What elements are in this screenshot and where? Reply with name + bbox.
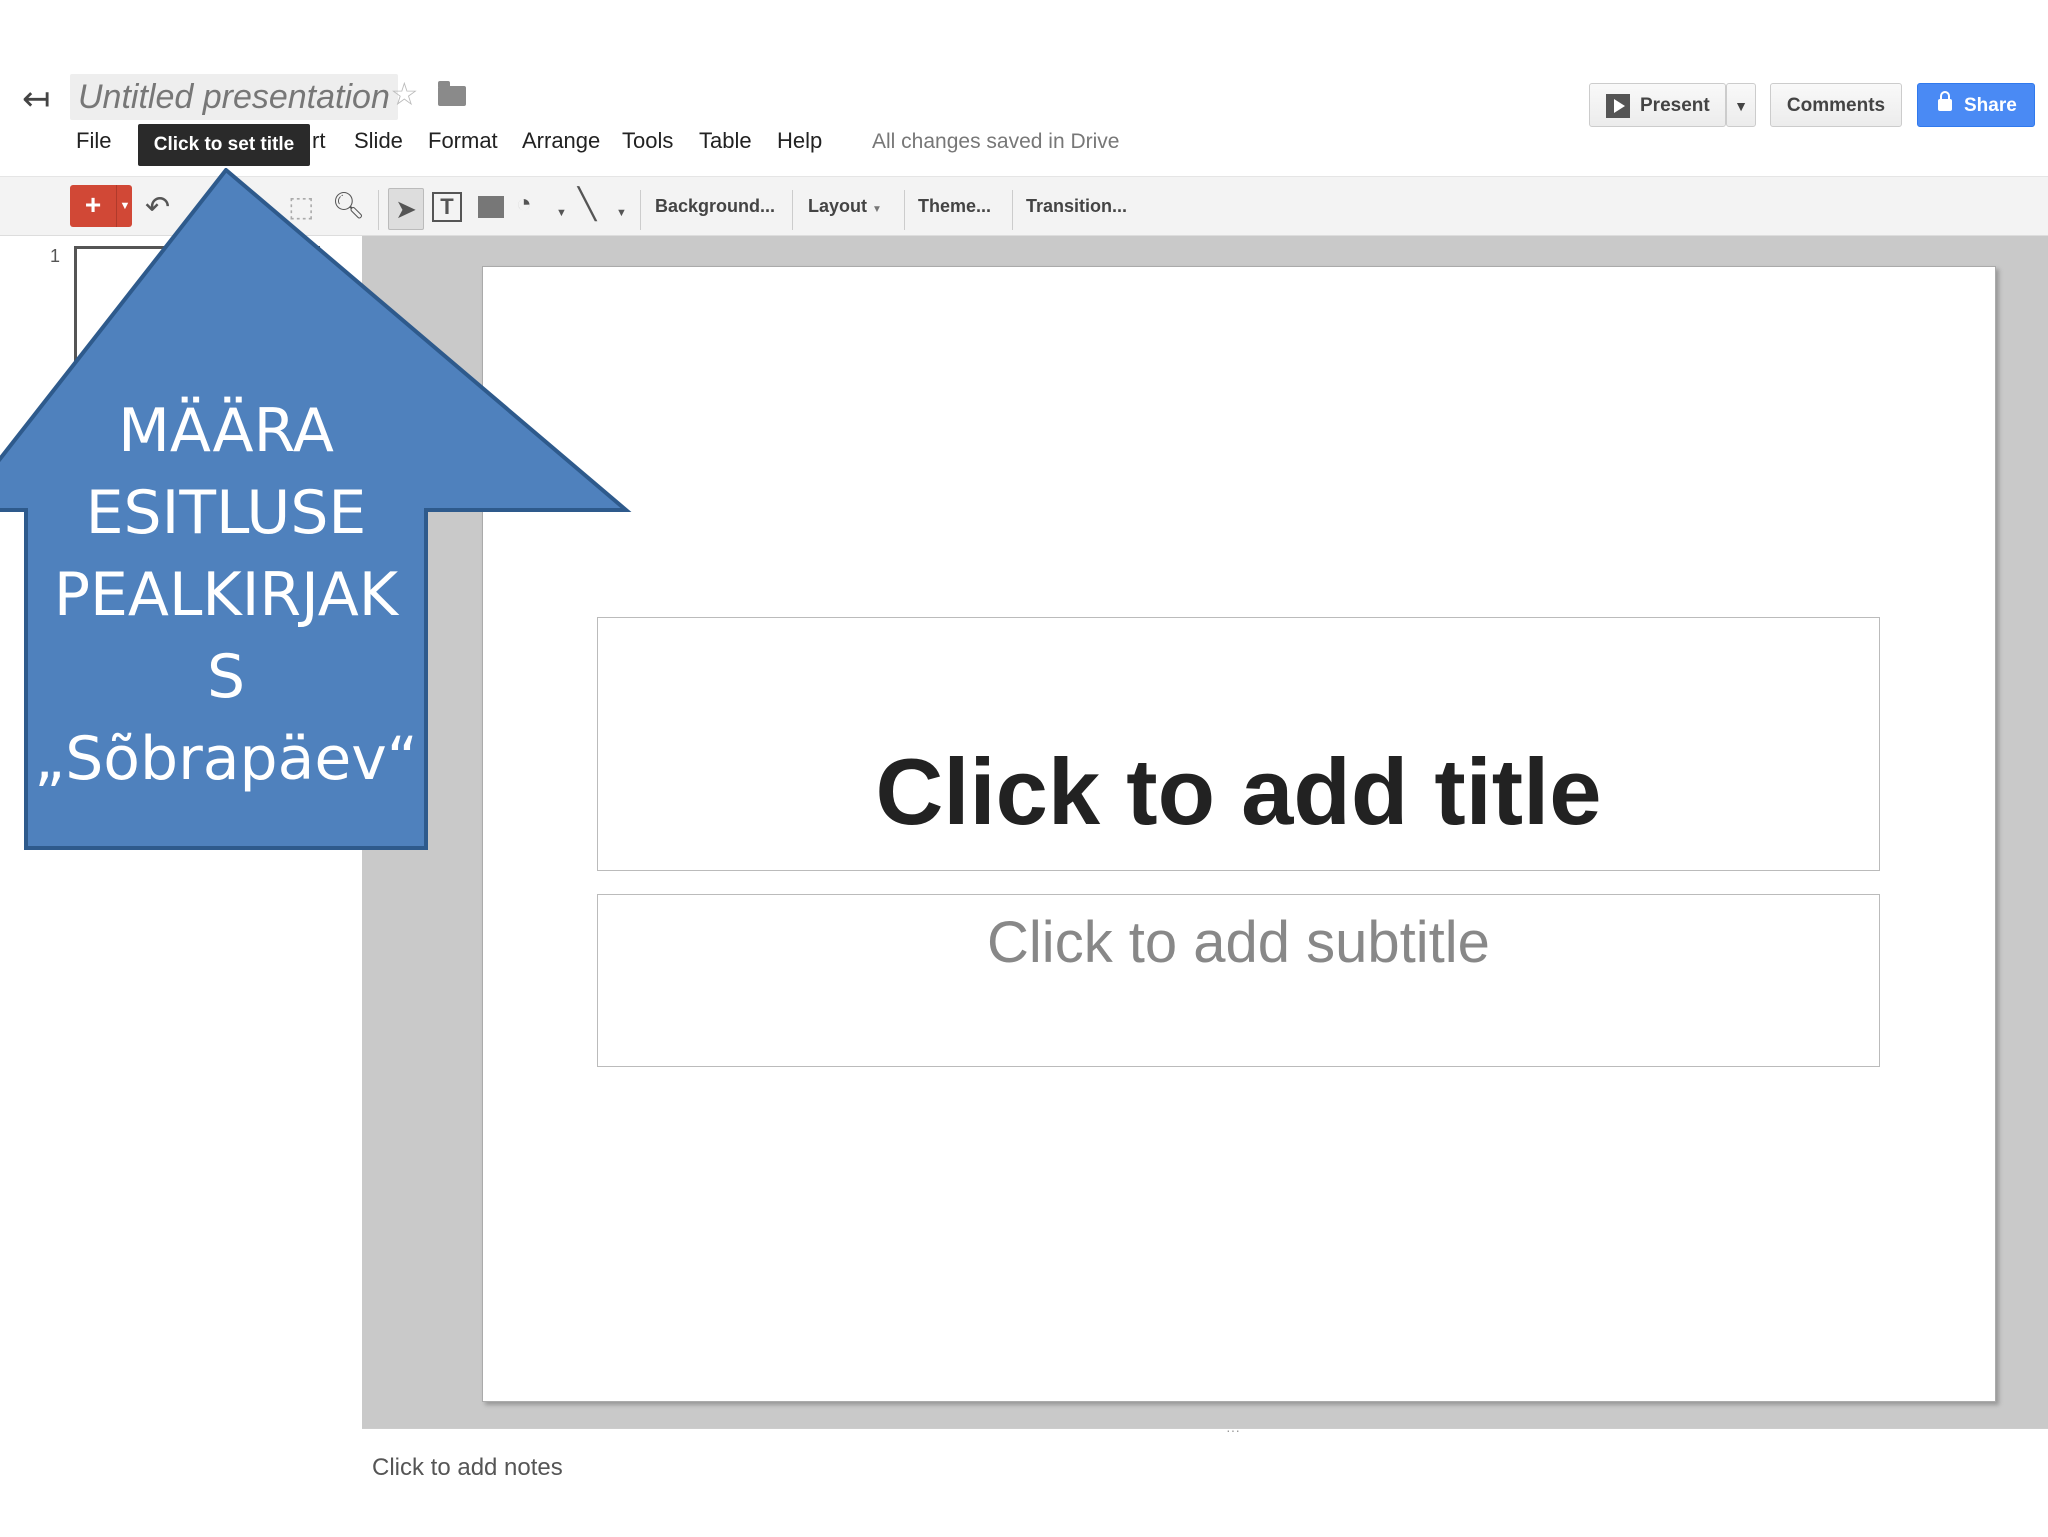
menu-insert[interactable]: rt <box>312 128 325 154</box>
tooltip: Click to set title <box>138 124 310 166</box>
layout-label: Layout <box>808 196 868 216</box>
menu-format[interactable]: Format <box>428 128 498 154</box>
subtitle-placeholder-text: Click to add subtitle <box>987 910 1490 975</box>
menu-file[interactable]: File <box>76 128 111 154</box>
presentation-title[interactable]: Untitled presentation <box>70 74 398 120</box>
lock-icon <box>1938 91 1952 111</box>
callout-line: „Sõbrapäev“ <box>34 724 418 794</box>
menu-help[interactable]: Help <box>777 128 822 154</box>
subtitle-placeholder[interactable]: Click to add subtitle <box>597 894 1880 1067</box>
callout-line: PEALKIRJAK <box>53 560 399 630</box>
chevron-down-icon: ▼ <box>872 204 882 215</box>
share-button[interactable]: Share <box>1917 83 2035 127</box>
transition-button[interactable]: Transition... <box>1026 196 1127 217</box>
present-button[interactable]: Present <box>1589 83 1726 127</box>
folder-icon[interactable] <box>438 81 466 106</box>
present-dropdown-button[interactable]: ▼ <box>1726 83 1756 127</box>
notes-placeholder[interactable]: Click to add notes <box>372 1454 563 1482</box>
menu-slide[interactable]: Slide <box>354 128 403 154</box>
menu-tools[interactable]: Tools <box>622 128 673 154</box>
toolbar-separator <box>1012 190 1013 230</box>
callout-line: MÄÄRA <box>118 396 334 466</box>
title-placeholder-text: Click to add title <box>875 739 1602 844</box>
play-icon <box>1606 94 1630 118</box>
chevron-down-icon: ▼ <box>1734 98 1748 114</box>
title-placeholder[interactable]: Click to add title <box>597 617 1880 871</box>
toolbar-separator <box>904 190 905 230</box>
menu-arrange[interactable]: Arrange <box>522 128 600 154</box>
callout-line: ESITLUSE <box>85 478 367 548</box>
present-label: Present <box>1640 95 1710 116</box>
speaker-notes[interactable] <box>362 1428 2048 1537</box>
notes-resize-handle[interactable]: ··· <box>1226 1422 1240 1438</box>
toolbar-separator <box>640 190 641 230</box>
callout-text: MÄÄRA ESITLUSE PEALKIRJAK S „Sõbrapäev“ <box>26 390 426 800</box>
menu-table[interactable]: Table <box>699 128 752 154</box>
layout-button[interactable]: Layout ▼ <box>808 196 882 217</box>
back-arrow-icon[interactable]: ↤ <box>22 82 51 116</box>
toolbar-separator <box>792 190 793 230</box>
background-button[interactable]: Background... <box>655 196 775 217</box>
save-status: All changes saved in Drive <box>872 130 1120 153</box>
theme-button[interactable]: Theme... <box>918 196 991 217</box>
share-label: Share <box>1964 95 2017 116</box>
callout-line: S <box>206 642 246 712</box>
star-icon[interactable]: ☆ <box>390 76 419 112</box>
comments-button[interactable]: Comments <box>1770 83 1902 127</box>
